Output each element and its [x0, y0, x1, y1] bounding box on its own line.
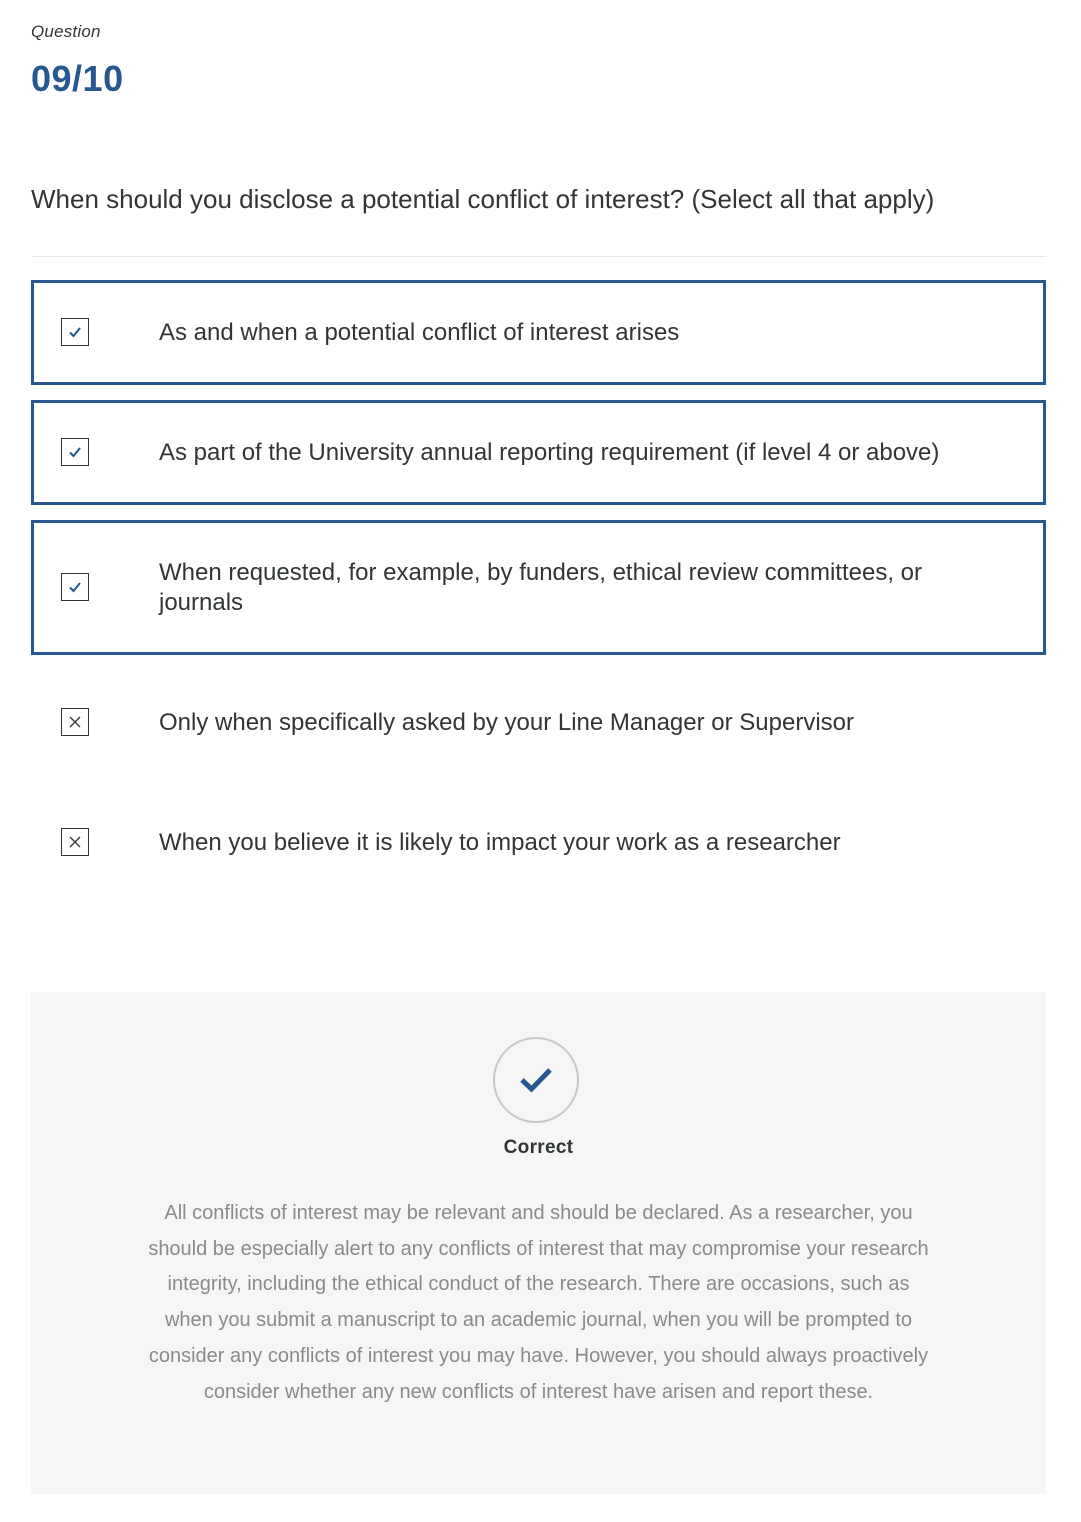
answer-option-4[interactable]: Only when specifically asked by your Lin… — [31, 670, 1046, 775]
answer-option-1[interactable]: As and when a potential conflict of inte… — [31, 280, 1046, 385]
question-counter: 09/10 — [31, 58, 124, 99]
answer-option-label: As and when a potential conflict of inte… — [159, 319, 680, 346]
answer-option-label: When you believe it is likely to impact … — [159, 829, 841, 856]
cross-icon — [69, 716, 81, 728]
answer-option-2[interactable]: As part of the University annual reporti… — [31, 400, 1046, 505]
checkbox-checked[interactable] — [61, 573, 89, 601]
question-text: When should you disclose a potential con… — [31, 184, 935, 214]
feedback-status: Correct — [503, 1137, 574, 1158]
cross-icon — [69, 836, 81, 848]
checkmark-icon — [69, 327, 81, 338]
divider — [31, 256, 1046, 257]
question-label: Question — [31, 22, 101, 41]
feedback-panel: Correct All conflicts of interest may be… — [31, 992, 1046, 1494]
answer-option-3[interactable]: When requested, for example, by funders,… — [31, 520, 1046, 655]
checkbox-unchecked[interactable] — [61, 708, 89, 736]
feedback-text: All conflicts of interest may be relevan… — [148, 1202, 929, 1403]
checkbox-checked[interactable] — [61, 438, 89, 466]
checkmark-icon — [69, 582, 81, 593]
checkbox-unchecked[interactable] — [61, 828, 89, 856]
checkmark-icon — [520, 1068, 552, 1093]
answer-option-label: As part of the University annual reporti… — [159, 439, 940, 466]
answer-option-label: When requested, for example, by funders,… — [159, 559, 923, 616]
checkmark-circle-icon — [493, 1037, 579, 1123]
answer-option-5[interactable]: When you believe it is likely to impact … — [31, 790, 1046, 895]
answer-option-label: Only when specifically asked by your Lin… — [159, 709, 855, 736]
checkbox-checked[interactable] — [61, 318, 89, 346]
checkmark-icon — [69, 447, 81, 458]
